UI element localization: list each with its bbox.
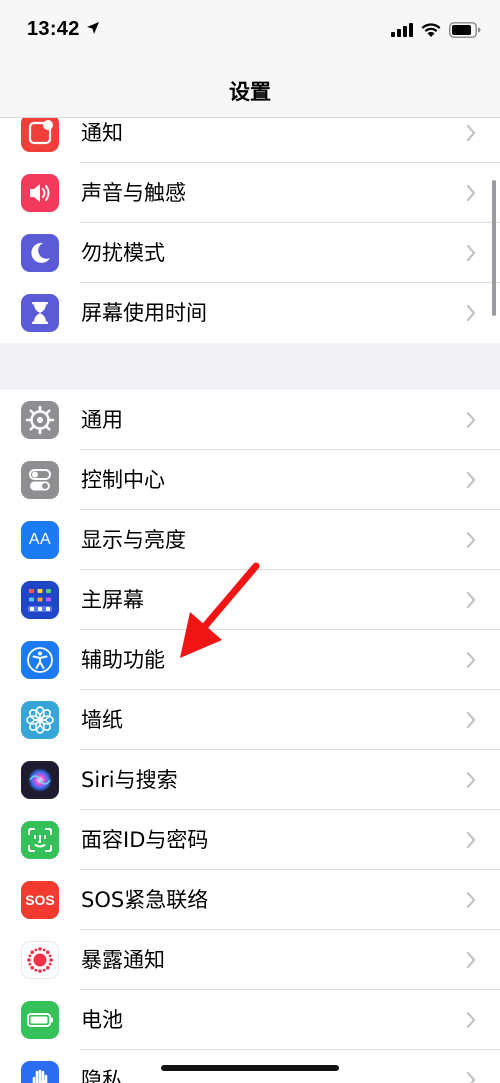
navigation-bar: 设置 bbox=[0, 62, 500, 118]
sos-glyph: SOS bbox=[25, 892, 55, 908]
text-size-icon: AA bbox=[21, 521, 59, 559]
settings-row-face-id[interactable]: 面容ID与密码 bbox=[0, 810, 500, 870]
flower-icon bbox=[21, 701, 59, 739]
chevron-right-icon bbox=[466, 892, 476, 908]
chevron-right-icon bbox=[466, 952, 476, 968]
battery-icon bbox=[21, 1001, 59, 1039]
exposure-icon bbox=[21, 941, 59, 979]
settings-row-screen-time[interactable]: 屏幕使用时间 bbox=[0, 283, 500, 343]
settings-row-label: 墙纸 bbox=[81, 708, 123, 732]
settings-row-label: 屏幕使用时间 bbox=[81, 301, 207, 325]
gear-icon bbox=[21, 401, 59, 439]
chevron-right-icon bbox=[466, 1072, 476, 1083]
hand-icon bbox=[21, 1061, 59, 1083]
settings-row-label: 勿扰模式 bbox=[81, 241, 165, 265]
settings-row-control-center[interactable]: 控制中心 bbox=[0, 450, 500, 510]
settings-row-label: 通知 bbox=[81, 121, 123, 145]
toggles-icon bbox=[21, 461, 59, 499]
chevron-right-icon bbox=[466, 185, 476, 201]
chevron-right-icon bbox=[466, 652, 476, 668]
settings-row-label: 声音与触感 bbox=[81, 181, 186, 205]
settings-row-notifications[interactable]: 通知 bbox=[0, 118, 500, 163]
wifi-icon bbox=[421, 23, 441, 37]
settings-row-sounds[interactable]: 声音与触感 bbox=[0, 163, 500, 223]
settings-row-label: 控制中心 bbox=[81, 468, 165, 492]
scroll-indicator[interactable] bbox=[492, 180, 496, 316]
settings-row-label: SOS紧急联络 bbox=[81, 888, 209, 912]
location-arrow-icon bbox=[87, 22, 99, 34]
chevron-right-icon bbox=[466, 125, 476, 141]
settings-row-wallpaper[interactable]: 墙纸 bbox=[0, 690, 500, 750]
chevron-right-icon bbox=[466, 532, 476, 548]
settings-row-label: 暴露通知 bbox=[81, 948, 165, 972]
chevron-right-icon bbox=[466, 472, 476, 488]
speaker-icon bbox=[21, 174, 59, 212]
settings-row-battery[interactable]: 电池 bbox=[0, 990, 500, 1050]
status-bar: 13:42 bbox=[0, 0, 500, 62]
settings-row-siri-search[interactable]: Siri与搜索 bbox=[0, 750, 500, 810]
home-indicator[interactable] bbox=[161, 1065, 339, 1071]
text-size-glyph: AA bbox=[28, 531, 52, 548]
settings-row-do-not-disturb[interactable]: 勿扰模式 bbox=[0, 223, 500, 283]
chevron-right-icon bbox=[466, 305, 476, 321]
chevron-right-icon bbox=[466, 245, 476, 261]
status-time: 13:42 bbox=[27, 18, 80, 40]
settings-row-label: 通用 bbox=[81, 408, 123, 432]
chevron-right-icon bbox=[466, 1012, 476, 1028]
face-id-icon bbox=[21, 821, 59, 859]
settings-row-label: 辅助功能 bbox=[81, 648, 165, 672]
page-title: 设置 bbox=[229, 80, 271, 104]
sos-icon: SOS bbox=[21, 881, 59, 919]
chevron-right-icon bbox=[466, 412, 476, 428]
notifications-icon bbox=[21, 118, 59, 152]
settings-row-label: 面容ID与密码 bbox=[81, 828, 209, 852]
moon-icon bbox=[21, 234, 59, 272]
settings-row-exposure-notifications[interactable]: 暴露通知 bbox=[0, 930, 500, 990]
chevron-right-icon bbox=[466, 712, 476, 728]
settings-row-label: 隐私 bbox=[81, 1068, 123, 1083]
hourglass-icon bbox=[21, 294, 59, 332]
chevron-right-icon bbox=[466, 832, 476, 848]
settings-row-label: Siri与搜索 bbox=[81, 768, 178, 792]
settings-row-sos[interactable]: SOS SOS紧急联络 bbox=[0, 870, 500, 930]
settings-group-general: 通用 控制中心 AA 显示与亮度 主屏幕 辅助功能 墙纸 Siri与搜索 面容I… bbox=[0, 390, 500, 1083]
cellular-signal-icon bbox=[391, 23, 413, 37]
accessibility-icon bbox=[21, 641, 59, 679]
settings-row-general[interactable]: 通用 bbox=[0, 390, 500, 450]
settings-row-label: 电池 bbox=[81, 1008, 123, 1032]
settings-row-label: 主屏幕 bbox=[81, 588, 144, 612]
chevron-right-icon bbox=[466, 772, 476, 788]
annotation-arrow-icon bbox=[180, 562, 260, 658]
chevron-right-icon bbox=[466, 592, 476, 608]
battery-status-icon bbox=[449, 22, 481, 38]
app-grid-icon bbox=[21, 581, 59, 619]
settings-group-notifications: 通知 声音与触感 勿扰模式 屏幕使用时间 bbox=[0, 118, 500, 343]
siri-icon bbox=[21, 761, 59, 799]
